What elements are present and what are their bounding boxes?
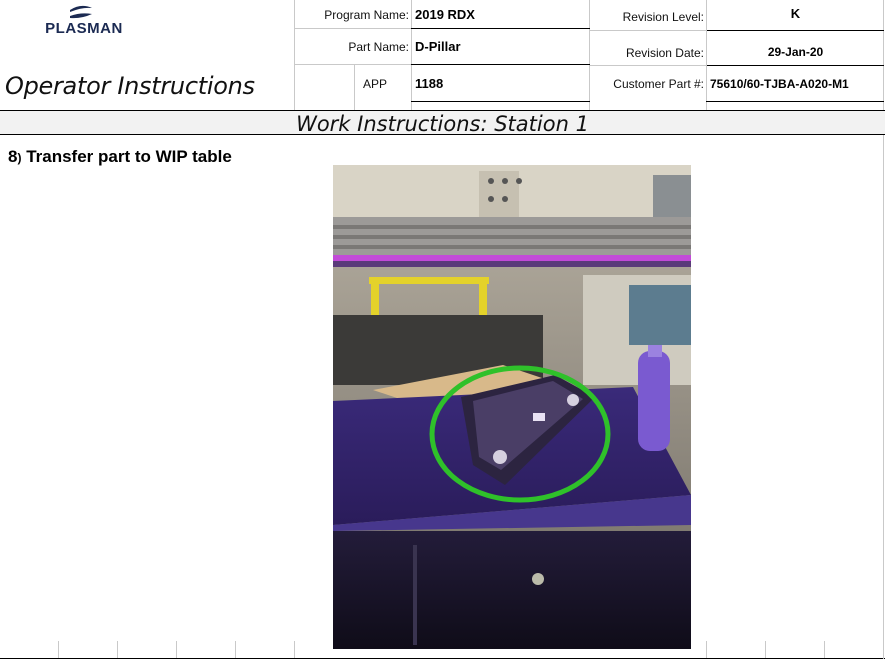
grid-line [176,641,177,658]
revision-level-value: K [790,6,801,21]
grid-line [765,641,766,658]
page-title: Operator Instructions [5,72,255,100]
grid-line [706,101,884,102]
part-name-label: Part Name: [348,40,409,54]
workstation-photo-icon [333,165,691,649]
grid-line [411,101,590,102]
step-text: Transfer part to WIP table [26,147,232,166]
customer-part-value: 75610/60-TJBA-A020-M1 [710,77,849,91]
program-name-value: 2019 RDX [415,7,475,22]
grid-line [235,641,236,658]
program-name-label: Program Name: [324,8,409,22]
grid-line [0,658,885,659]
grid-line [883,135,884,659]
grid-line [411,28,590,29]
workstation-photo [333,165,691,649]
revision-date-label: Revision Date: [625,46,704,60]
grid-line [294,0,295,110]
part-name-value: D-Pillar [415,39,461,54]
customer-part-label: Customer Part #: [613,77,704,91]
revision-level-label: Revision Level: [622,10,704,24]
app-label: APP [362,77,387,91]
section-title: Work Instructions: Station 1 [296,112,589,136]
grid-line [411,64,590,65]
logo-text: PLASMAN [45,20,123,37]
company-logo: PLASMAN [28,4,140,40]
app-value: 1188 [415,76,444,91]
grid-line [706,65,884,66]
section-header: Work Instructions: Station 1 [0,110,885,136]
grid-line [589,0,590,110]
grid-line [117,641,118,658]
grid-line [824,641,825,658]
step-number-suffix: ) [17,151,22,165]
revision-date-value: 29-Jan-20 [767,45,824,59]
grid-line [706,641,707,658]
grid-line [589,65,707,66]
grid-line [411,0,412,110]
grid-line [58,641,59,658]
step-instruction: 8) Transfer part to WIP table [8,147,232,167]
grid-line [294,641,295,658]
grid-line [589,30,707,31]
grid-line [706,30,884,31]
